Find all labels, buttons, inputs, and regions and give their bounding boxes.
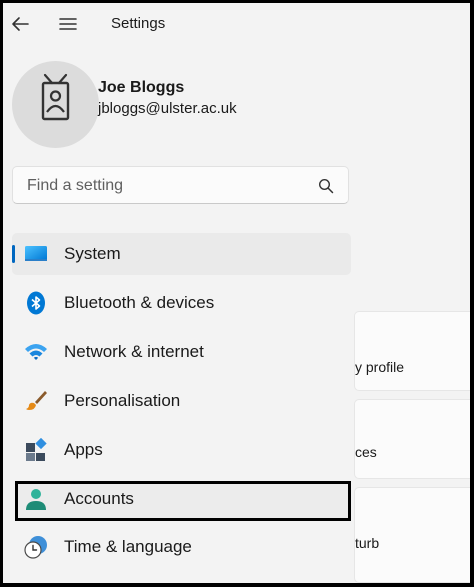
settings-card[interactable]: turb [354,487,470,583]
search-box[interactable] [12,166,349,205]
sidebar-item-label: Apps [64,440,103,459]
selection-indicator [12,245,15,263]
monitor-icon [25,246,47,261]
settings-window: Settings Joe Bloggs jbloggs@ulster.ac.uk… [3,3,470,583]
sidebar-item-apps[interactable]: Apps [12,429,351,471]
sidebar-item-label: Personalisation [64,391,181,410]
person-icon [26,489,46,510]
user-email: jbloggs@ulster.ac.uk [98,100,237,117]
hamburger-icon [59,18,77,30]
card-label: y profile [355,359,405,375]
menu-button[interactable] [57,13,79,35]
sidebar-item-personalisation[interactable]: Personalisation [12,380,351,422]
apps-icon [26,438,47,461]
back-arrow-icon [12,17,29,31]
user-name: Joe Bloggs [98,79,185,96]
avatar[interactable] [12,61,99,148]
sidebar-item-accounts[interactable]: Accounts [12,478,351,520]
sidebar-item-time-language[interactable]: Time & language [12,526,351,568]
sidebar-item-label: Network & internet [64,342,204,361]
sidebar-item-network[interactable]: Network & internet [12,331,351,373]
sidebar-item-label: Accounts [64,489,134,508]
back-button[interactable] [9,13,31,35]
id-badge-icon [41,73,70,121]
card-label: ces [355,444,377,460]
card-label: turb [355,535,380,551]
search-icon[interactable] [318,178,334,194]
app-title: Settings [111,15,166,32]
sidebar-item-system[interactable]: System [12,233,351,275]
wifi-icon [25,344,47,360]
clock-globe-icon [24,536,47,559]
sidebar-item-label: Bluetooth & devices [64,293,215,312]
bluetooth-icon [27,291,45,315]
title-bar: Settings [3,3,470,43]
settings-card[interactable]: ces [354,399,470,479]
settings-card[interactable]: y profile [354,311,470,391]
sidebar-item-bluetooth[interactable]: Bluetooth & devices [12,282,351,324]
sidebar-item-label: System [64,244,121,263]
search-input[interactable] [25,167,309,205]
paintbrush-icon [26,391,47,410]
sidebar-item-label: Time & language [64,537,192,556]
